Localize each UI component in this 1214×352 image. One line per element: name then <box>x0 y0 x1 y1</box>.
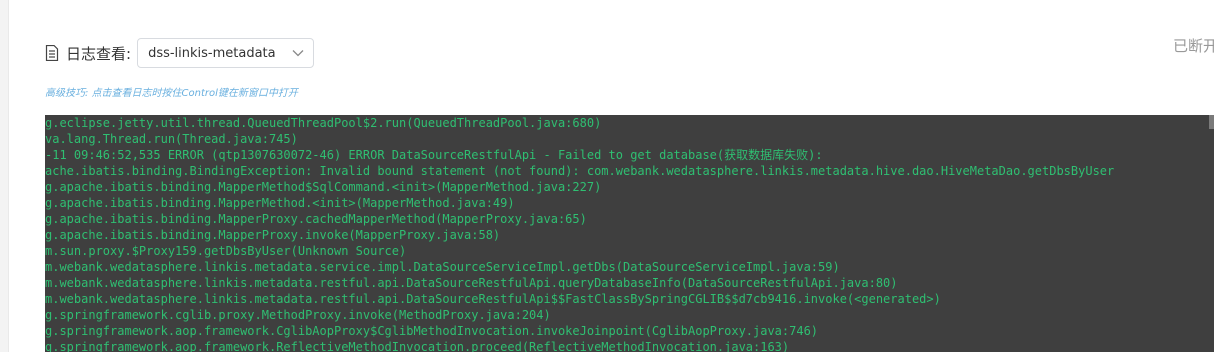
log-line: m.webank.wedatasphere.linkis.metadata.re… <box>45 292 941 306</box>
log-line: g.eclipse.jetty.util.thread.QueuedThread… <box>45 116 602 130</box>
log-line: g.springframework.cglib.proxy.MethodProx… <box>45 308 551 322</box>
connection-status: 已断开 <box>1173 37 1214 55</box>
log-line: -11 09:46:52,535 ERROR (qtp1307630072-46… <box>45 148 823 162</box>
log-lines: g.eclipse.jetty.util.thread.QueuedThread… <box>45 115 1214 352</box>
log-panel: 日志查看: dss-linkis-metadata 已断开 高级技巧: 点击查看… <box>8 0 1214 352</box>
log-line: m.webank.wedatasphere.linkis.metadata.se… <box>45 260 840 274</box>
log-line: ache.ibatis.binding.BindingException: In… <box>45 164 1115 178</box>
log-line: m.sun.proxy.$Proxy159.getDbsByUser(Unkno… <box>45 244 407 258</box>
service-select[interactable]: dss-linkis-metadata <box>137 38 315 68</box>
console-scrollbar[interactable] <box>1209 115 1214 129</box>
log-viewer-header: 日志查看: dss-linkis-metadata <box>45 37 315 69</box>
log-line: g.apache.ibatis.binding.MapperProxy.invo… <box>45 228 501 242</box>
log-line: g.apache.ibatis.binding.MapperProxy.cach… <box>45 212 587 226</box>
log-line: g.apache.ibatis.binding.MapperMethod$Sql… <box>45 180 602 194</box>
log-line: g.springframework.aop.framework.CglibAop… <box>45 324 819 338</box>
service-select-value: dss-linkis-metadata <box>148 45 276 61</box>
log-line: g.apache.ibatis.binding.MapperMethod.<in… <box>45 196 515 210</box>
log-line: g.springframework.aop.framework.Reflecti… <box>45 340 790 352</box>
log-line: m.webank.wedatasphere.linkis.metadata.re… <box>45 276 898 290</box>
document-icon <box>45 45 59 61</box>
log-console[interactable]: g.eclipse.jetty.util.thread.QueuedThread… <box>45 115 1214 352</box>
advanced-tip: 高级技巧: 点击查看日志时按住Control键在新窗口中打开 <box>45 88 298 99</box>
log-viewer-label: 日志查看: <box>66 44 132 63</box>
chevron-down-icon[interactable] <box>291 46 305 60</box>
log-line: va.lang.Thread.run(Thread.java:745) <box>45 132 298 146</box>
